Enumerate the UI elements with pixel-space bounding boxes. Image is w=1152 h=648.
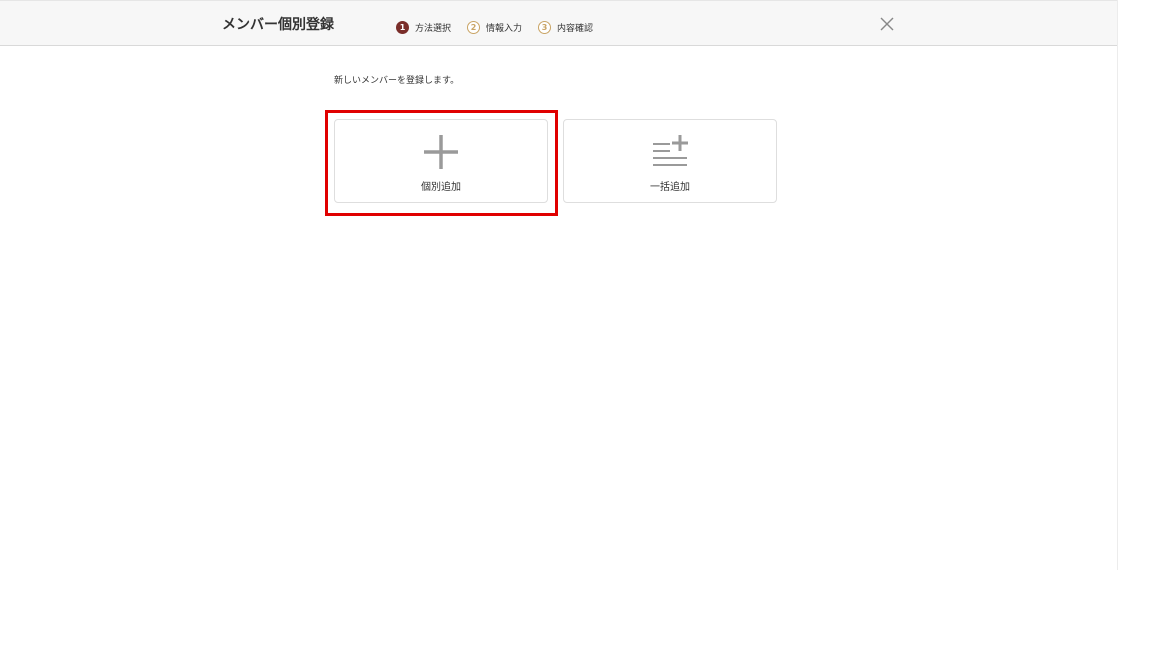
bulk-add-label: 一括追加: [650, 182, 690, 193]
bulk-add-button[interactable]: 一括追加: [563, 119, 777, 203]
step-2-number: 2: [467, 21, 481, 34]
step-1: 1 方法選択: [396, 21, 451, 34]
close-button[interactable]: [878, 15, 896, 33]
step-3-label: 内容確認: [557, 24, 594, 34]
individual-add-label: 個別追加: [421, 182, 461, 193]
close-icon: [880, 17, 894, 31]
step-3: 3 内容確認: [538, 21, 593, 34]
step-2: 2 情報入力: [467, 21, 522, 34]
step-1-number: 1: [396, 21, 409, 34]
step-2-label: 情報入力: [486, 24, 523, 34]
step-3-number: 3: [538, 21, 552, 34]
step-indicator: 1 方法選択 2 情報入力 3 内容確認: [396, 21, 609, 34]
plus-icon: [424, 135, 458, 169]
member-registration-modal: メンバー個別登録 1 方法選択 2 情報入力 3 内容確認 新しいメンバーを登録…: [0, 0, 1118, 570]
screen: メンバー個別登録 1 方法選択 2 情報入力 3 内容確認 新しいメンバーを登録…: [0, 0, 1152, 648]
individual-add-button[interactable]: 個別追加: [334, 119, 548, 203]
modal-header: メンバー個別登録 1 方法選択 2 情報入力 3 内容確認: [0, 0, 1117, 46]
intro-text: 新しいメンバーを登録します。: [334, 76, 460, 86]
modal-title: メンバー個別登録: [222, 17, 334, 33]
list-plus-icon: [653, 135, 688, 166]
step-1-label: 方法選択: [415, 24, 452, 34]
